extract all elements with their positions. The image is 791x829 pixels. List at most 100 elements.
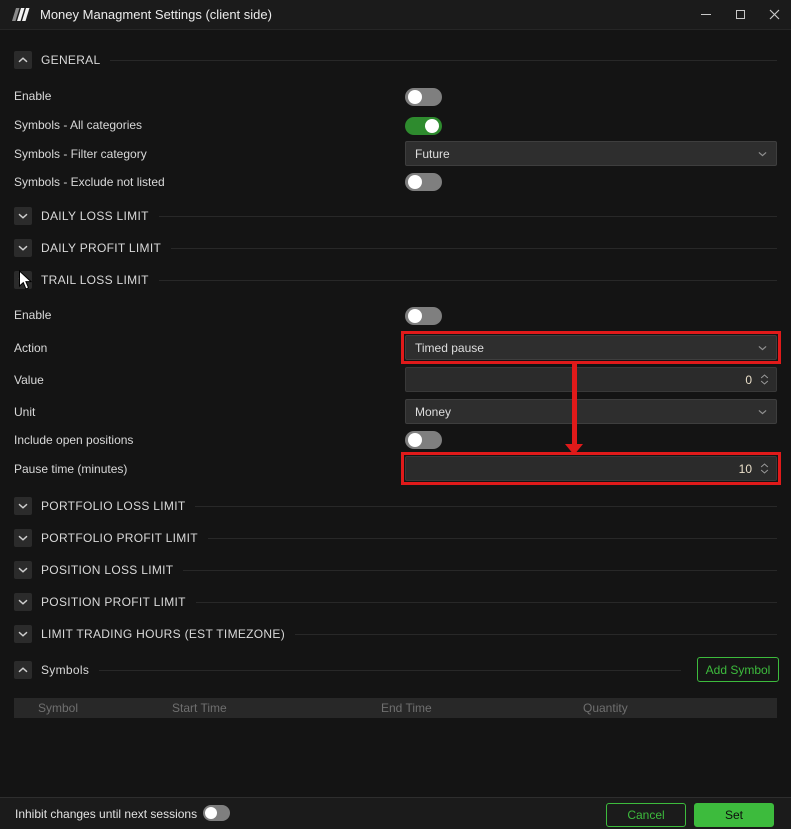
- chevron-down-icon: [18, 567, 28, 573]
- section-label-symbols: Symbols: [41, 663, 90, 677]
- close-button[interactable]: [757, 0, 791, 29]
- toggle-knob: [205, 807, 217, 819]
- unit-dropdown[interactable]: Money: [405, 399, 777, 424]
- chevron-down-icon: [18, 503, 28, 509]
- exclude-not-listed-label: Symbols - Exclude not listed: [14, 175, 165, 189]
- pause-time-spinner[interactable]: [760, 463, 769, 474]
- window-title: Money Managment Settings (client side): [40, 7, 272, 22]
- column-header-end-time: End Time: [381, 701, 432, 715]
- include-open-positions-toggle[interactable]: [405, 431, 442, 449]
- column-header-start-time: Start Time: [172, 701, 227, 715]
- portfolio-profit-collapse-button[interactable]: [14, 529, 32, 547]
- maximize-icon: [735, 10, 745, 19]
- action-dropdown[interactable]: Timed pause: [405, 335, 777, 360]
- all-categories-label: Symbols - All categories: [14, 118, 143, 132]
- cancel-button[interactable]: Cancel: [606, 803, 686, 827]
- column-header-symbol: Symbol: [38, 701, 79, 715]
- toggle-knob: [408, 90, 422, 104]
- add-symbol-button[interactable]: Add Symbol: [697, 657, 779, 682]
- section-rule: [158, 215, 777, 217]
- pause-time-number: 10: [738, 461, 752, 476]
- trail-enable-toggle[interactable]: [405, 307, 442, 325]
- value-spinner[interactable]: [760, 374, 769, 385]
- chevron-down-icon: [18, 535, 28, 541]
- section-rule: [183, 569, 777, 571]
- action-value: Timed pause: [415, 340, 484, 355]
- chevron-up-icon: [18, 667, 28, 673]
- spinner-down-icon: [760, 469, 769, 474]
- enable-toggle[interactable]: [405, 88, 442, 106]
- section-label-trail-loss-limit: TRAIL LOSS LIMIT: [41, 273, 149, 287]
- value-input[interactable]: 0: [405, 367, 777, 392]
- value-number: 0: [745, 372, 752, 387]
- close-icon: [769, 9, 779, 20]
- section-label-portfolio-loss-limit: PORTFOLIO LOSS LIMIT: [41, 499, 186, 513]
- section-header-symbols: Symbols: [14, 661, 681, 679]
- toggle-knob: [408, 433, 422, 447]
- exclude-not-listed-toggle[interactable]: [405, 173, 442, 191]
- trail-enable-label: Enable: [14, 308, 52, 322]
- spinner-down-icon: [760, 380, 769, 385]
- section-label-limit-trading-hours: LIMIT TRADING HOURS (EST TIMEZONE): [41, 627, 286, 641]
- pause-time-input[interactable]: 10: [405, 456, 777, 481]
- section-label-portfolio-profit-limit: PORTFOLIO PROFIT LIMIT: [41, 531, 198, 545]
- pause-time-label: Pause time (minutes): [14, 462, 128, 476]
- section-header-trail-loss-limit: TRAIL LOSS LIMIT: [14, 271, 777, 289]
- portfolio-loss-collapse-button[interactable]: [14, 497, 32, 515]
- money-management-settings-window: Money Managment Settings (client side) G…: [0, 0, 791, 829]
- spinner-up-icon: [760, 463, 769, 468]
- include-open-positions-label: Include open positions: [14, 433, 134, 447]
- window-controls: [689, 0, 791, 29]
- chevron-up-icon: [18, 57, 28, 63]
- daily-profit-collapse-button[interactable]: [14, 239, 32, 257]
- chevron-down-icon: [18, 631, 28, 637]
- annotation-arrow-head-icon: [565, 444, 583, 455]
- spinner-up-icon: [760, 374, 769, 379]
- section-label-general: GENERAL: [41, 53, 101, 67]
- section-rule: [158, 279, 777, 281]
- symbols-collapse-button[interactable]: [14, 661, 32, 679]
- unit-value: Money: [415, 404, 452, 419]
- section-rule: [171, 247, 777, 249]
- value-label: Value: [14, 373, 44, 387]
- section-rule: [295, 633, 777, 635]
- section-header-daily-profit-limit: DAILY PROFIT LIMIT: [14, 239, 777, 257]
- symbols-table-header: Symbol Start Time End Time Quantity: [14, 698, 777, 718]
- position-profit-collapse-button[interactable]: [14, 593, 32, 611]
- section-header-general: GENERAL: [14, 51, 777, 69]
- inhibit-changes-toggle[interactable]: [203, 805, 230, 821]
- position-loss-collapse-button[interactable]: [14, 561, 32, 579]
- all-categories-toggle[interactable]: [405, 117, 442, 135]
- chevron-down-icon: [758, 151, 767, 156]
- chevron-down-icon: [758, 409, 767, 414]
- inhibit-changes-label: Inhibit changes until next sessions: [15, 807, 198, 821]
- general-collapse-button[interactable]: [14, 51, 32, 69]
- section-rule: [207, 537, 777, 539]
- chevron-down-icon: [18, 599, 28, 605]
- toggle-knob: [425, 119, 439, 133]
- section-rule: [195, 505, 777, 507]
- section-header-position-profit-limit: POSITION PROFIT LIMIT: [14, 593, 777, 611]
- section-header-daily-loss-limit: DAILY LOSS LIMIT: [14, 207, 777, 225]
- filter-category-dropdown[interactable]: Future: [405, 141, 777, 166]
- minimize-button[interactable]: [689, 0, 723, 29]
- section-header-position-loss-limit: POSITION LOSS LIMIT: [14, 561, 777, 579]
- column-header-quantity: Quantity: [583, 701, 628, 715]
- set-button[interactable]: Set: [694, 803, 774, 827]
- maximize-button[interactable]: [723, 0, 757, 29]
- section-label-daily-loss-limit: DAILY LOSS LIMIT: [41, 209, 149, 223]
- toggle-knob: [408, 309, 422, 323]
- toggle-knob: [408, 175, 422, 189]
- trail-loss-collapse-button[interactable]: [14, 271, 32, 289]
- section-label-position-profit-limit: POSITION PROFIT LIMIT: [41, 595, 186, 609]
- section-label-daily-profit-limit: DAILY PROFIT LIMIT: [41, 241, 162, 255]
- section-rule: [99, 669, 681, 671]
- minimize-icon: [701, 14, 711, 15]
- trading-hours-collapse-button[interactable]: [14, 625, 32, 643]
- daily-loss-collapse-button[interactable]: [14, 207, 32, 225]
- unit-label: Unit: [14, 405, 36, 419]
- app-logo-icon: [12, 7, 30, 22]
- action-label: Action: [14, 341, 48, 355]
- chevron-down-icon: [18, 277, 28, 283]
- section-header-limit-trading-hours: LIMIT TRADING HOURS (EST TIMEZONE): [14, 625, 777, 643]
